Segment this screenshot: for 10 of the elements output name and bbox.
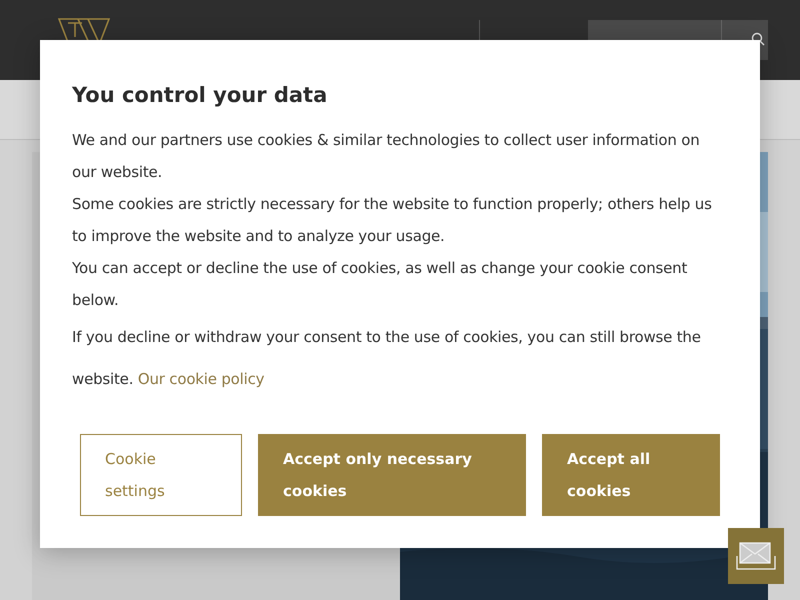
body-text: We and our partners use cookies & similar technologies to collect user information on our website. — [72, 130, 701, 183]
body-text: If you decline or withdraw your consent to the use of cookies, you can still browse the website. Our cookie policy — [72, 327, 702, 390]
cookie-policy-link[interactable]: Our cookie policy — [138, 370, 264, 388]
body-text: You can accept or decline the use of cookies, as well as change your cookie consent below. — [72, 258, 688, 311]
body-text: Some cookies are strictly necessary for the website to function properly; others help us to improve the website and to analyze your usage. — [72, 194, 713, 247]
consent-button[interactable]: Accept all cookies — [542, 434, 720, 516]
dialog-title: You control your data — [72, 82, 328, 109]
consent-button[interactable]: Cookie settings — [80, 434, 242, 516]
consent-button[interactable]: Accept only necessary cookies — [258, 434, 526, 516]
mail-icon[interactable] — [736, 542, 776, 570]
